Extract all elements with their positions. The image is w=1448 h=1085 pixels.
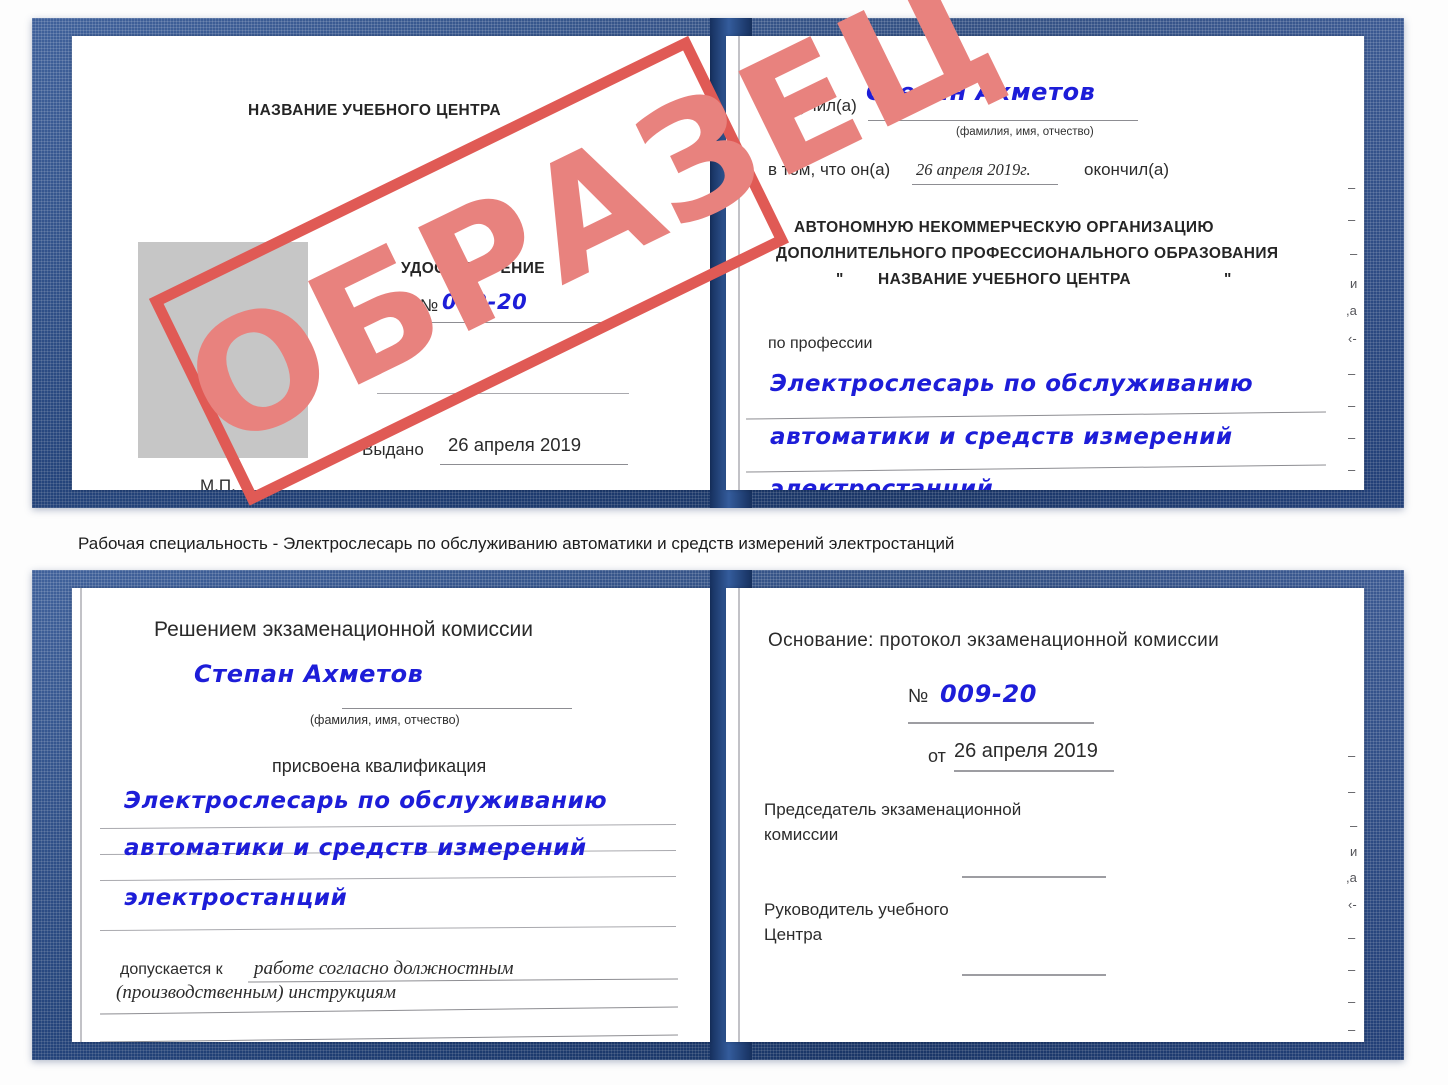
org-title-top-left: НАЗВАНИЕ УЧЕБНОГО ЦЕНТРА: [248, 102, 501, 119]
admitted-value2: (производственным) инструкциям: [116, 982, 396, 1003]
org-line1: АВТОНОМНУЮ НЕКОММЕРЧЕСКУЮ ОРГАНИЗАЦИЮ: [794, 219, 1214, 236]
basis-label: Основание: протокол экзаменационной коми…: [768, 630, 1220, 651]
received-label: Получил(а): [768, 96, 857, 115]
number-label-top-left: №: [420, 296, 439, 315]
decision-title: Решением экзаменационной комиссии: [154, 618, 534, 641]
issued-rule-top-left: [440, 464, 628, 465]
fio-hint-top: (фамилия, имя, отчество): [956, 126, 1094, 138]
number-value-top-left: 009-20: [442, 290, 528, 314]
edge-mark: –: [1348, 180, 1356, 195]
edge-mark: ,а: [1346, 303, 1357, 318]
date-rule-bottom: [954, 770, 1114, 772]
photo-placeholder: [138, 242, 308, 458]
head-line1: Руководитель учебного: [764, 900, 949, 919]
qualification-rule1: [100, 823, 676, 830]
org-line3: НАЗВАНИЕ УЧЕБНОГО ЦЕНТРА: [878, 271, 1131, 288]
number-value-bottom: 009-20: [940, 680, 1038, 708]
date-value-bottom: 26 апреля 2019: [954, 740, 1098, 762]
certificate-top: НАЗВАНИЕ УЧЕБНОГО ЦЕНТРА УДОСТОВЕРЕНИЕ №…: [32, 18, 1404, 508]
chairman-signature-rule: [962, 876, 1106, 878]
edge-mark: ,а: [1346, 870, 1357, 885]
qualification-line3: электростанций: [124, 885, 348, 911]
edge-mark: –: [1348, 398, 1356, 413]
number-rule-bottom: [908, 722, 1094, 724]
seal-label-top-left: М.П.: [200, 476, 236, 490]
edge-mark: –: [1348, 994, 1356, 1009]
admitted-rule3: [100, 1034, 678, 1042]
doc-title-top-left: УДОСТОВЕРЕНИЕ: [401, 260, 545, 277]
org-quote-open: ": [836, 271, 844, 288]
edge-mark: –: [1348, 366, 1356, 381]
edge-mark: –: [1348, 462, 1356, 477]
edge-mark: –: [1348, 1022, 1356, 1037]
in-that-rule: [912, 184, 1058, 185]
qualification-rule2: [100, 875, 676, 882]
finished-label: окончил(а): [1084, 160, 1169, 179]
edge-mark: –: [1348, 212, 1356, 227]
qualification-line1: Электрослесарь по обслуживанию: [124, 788, 608, 814]
gutter-bottom-right: [738, 588, 740, 1042]
in-that-label: в том, что он(а): [768, 160, 891, 179]
gutter-bottom-left: [80, 588, 82, 1042]
gutter-top-right: [738, 36, 740, 490]
fio-hint-bottom: (фамилия, имя, отчество): [310, 713, 460, 727]
profession-rule2: [746, 464, 1326, 473]
admitted-value1: работе согласно должностным: [254, 958, 514, 979]
chairman-line2: комиссии: [764, 825, 839, 844]
issued-value-top-left: 26 апреля 2019: [448, 434, 582, 455]
edge-mark: –: [1348, 784, 1356, 799]
edge-mark: –: [1348, 748, 1356, 763]
head-signature-rule: [962, 974, 1106, 976]
edge-mark: –: [1348, 930, 1356, 945]
edge-mark: –: [1348, 430, 1356, 445]
qualification-line2: автоматики и средств измерений: [124, 835, 587, 861]
certificate-bottom: Решением экзаменационной комиссии Степан…: [32, 570, 1404, 1060]
certificate-bottom-right-page: Основание: протокол экзаменационной коми…: [726, 588, 1364, 1042]
head-line2: Центра: [764, 925, 823, 944]
certificate-top-left-page: НАЗВАНИЕ УЧЕБНОГО ЦЕНТРА УДОСТОВЕРЕНИЕ №…: [72, 36, 710, 490]
edge-mark: ‹-: [1348, 897, 1357, 912]
screenshot-root: НАЗВАНИЕ УЧЕБНОГО ЦЕНТРА УДОСТОВЕРЕНИЕ №…: [0, 0, 1448, 1085]
qualification-label: присвоена квалификация: [272, 756, 487, 776]
name-rule-bottom: [342, 708, 572, 709]
org-line2: ДОПОЛНИТЕЛЬНОГО ПРОФЕССИОНАЛЬНОГО ОБРАЗО…: [776, 245, 1279, 262]
received-value: Степан Ахметов: [866, 78, 1096, 106]
edge-mark: –: [1348, 962, 1356, 977]
profession-line3: электростанций: [770, 476, 994, 490]
edge-mark: –: [1350, 246, 1358, 261]
qualification-rule3: [100, 925, 676, 932]
name-value-bottom: Степан Ахметов: [194, 660, 424, 688]
admitted-label: допускается к: [120, 961, 223, 978]
profession-rule1: [746, 411, 1326, 420]
caption-text: Рабочая специальность - Электрослесарь п…: [78, 534, 955, 553]
org-quote-close: ": [1224, 271, 1232, 288]
number-label-bottom: №: [908, 686, 929, 707]
in-that-date: 26 апреля 2019г.: [916, 160, 1031, 179]
edge-mark: –: [1350, 818, 1358, 833]
issued-label-top-left: Выдано: [362, 440, 424, 459]
received-rule: [868, 120, 1138, 121]
edge-mark: ‹-: [1348, 331, 1357, 346]
profession-line1: Электрослесарь по обслуживанию: [770, 371, 1254, 397]
profession-line2: автоматики и средств измерений: [770, 424, 1233, 450]
blank-rule-top-left: [377, 393, 629, 394]
edge-mark: и: [1350, 276, 1358, 291]
certificate-bottom-left-page: Решением экзаменационной комиссии Степан…: [72, 588, 710, 1042]
profession-label: по профессии: [768, 335, 873, 352]
edge-mark: и: [1350, 844, 1358, 859]
date-label-bottom: от: [928, 746, 946, 766]
certificate-top-right-page: Получил(а) Степан Ахметов (фамилия, имя,…: [726, 36, 1364, 490]
chairman-line1: Председатель экзаменационной: [764, 800, 1022, 819]
admitted-rule2: [100, 1006, 678, 1015]
number-rule-top-left: [420, 322, 616, 323]
